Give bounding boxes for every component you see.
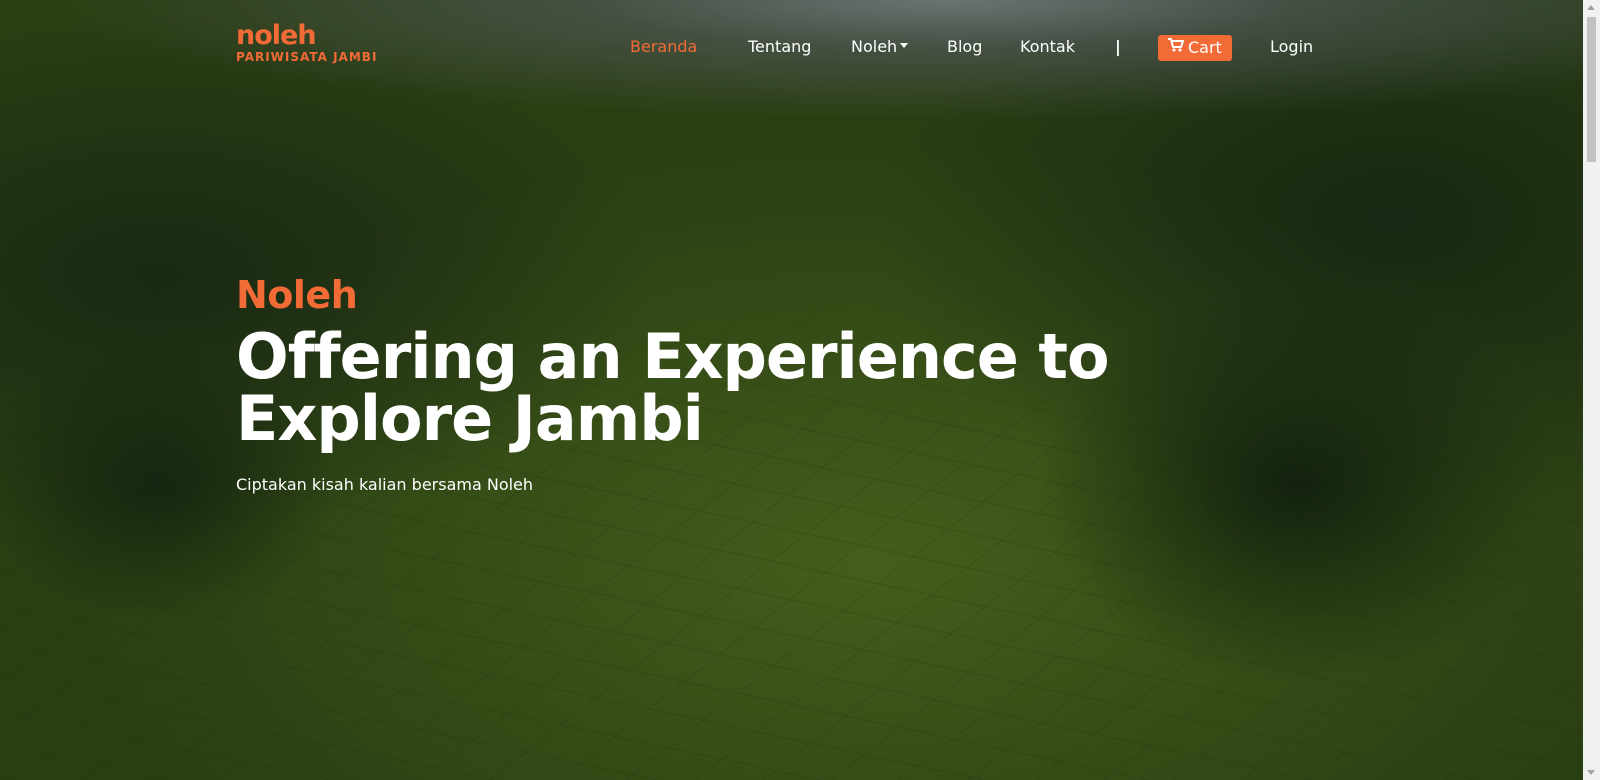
logo-tagline: PARIWISATA JAMBI (236, 50, 378, 64)
scroll-up-arrow-icon[interactable] (1587, 5, 1595, 10)
scroll-down-arrow-icon[interactable] (1587, 770, 1595, 775)
shopping-cart-icon (1168, 34, 1184, 60)
logo-wordmark: noleh (236, 20, 317, 51)
nav-item-kontak[interactable]: Kontak (1020, 30, 1075, 64)
hero-brand-heading: Noleh (236, 273, 358, 317)
nav-item-beranda[interactable]: Beranda (630, 30, 697, 64)
nav-item-label: Noleh (851, 37, 898, 56)
nav-item-label: Tentang (748, 37, 812, 56)
nav-item-label: Beranda (630, 37, 698, 56)
top-navbar: noleh PARIWISATA JAMBI Beranda Tentang N… (0, 0, 1583, 95)
site-logo[interactable]: noleh PARIWISATA JAMBI (236, 20, 378, 65)
nav-item-blog[interactable]: Blog (947, 30, 982, 64)
chevron-down-icon (900, 43, 909, 48)
nav-item-noleh-dropdown[interactable]: Noleh (851, 30, 909, 64)
cart-button[interactable]: Cart (1158, 35, 1232, 61)
cart-label: Cart (1188, 38, 1222, 57)
login-link[interactable]: Login (1270, 30, 1313, 64)
hero-title: Offering an Experience to Explore Jambi (236, 320, 1110, 455)
nav-item-label: Blog (947, 37, 983, 56)
page: noleh PARIWISATA JAMBI Beranda Tentang N… (0, 0, 1600, 780)
nav-item-tentang[interactable]: Tentang (748, 30, 811, 64)
login-label: Login (1270, 37, 1314, 56)
vertical-scrollbar[interactable] (1583, 0, 1600, 780)
hero-section: Noleh Offering an Experience to Explore … (236, 272, 1136, 496)
nav-separator: | (1115, 37, 1121, 56)
scrollbar-thumb[interactable] (1587, 17, 1596, 162)
nav-item-label: Kontak (1020, 37, 1075, 56)
hero-subtitle: Ciptakan kisah kalian bersama Noleh (236, 475, 534, 494)
